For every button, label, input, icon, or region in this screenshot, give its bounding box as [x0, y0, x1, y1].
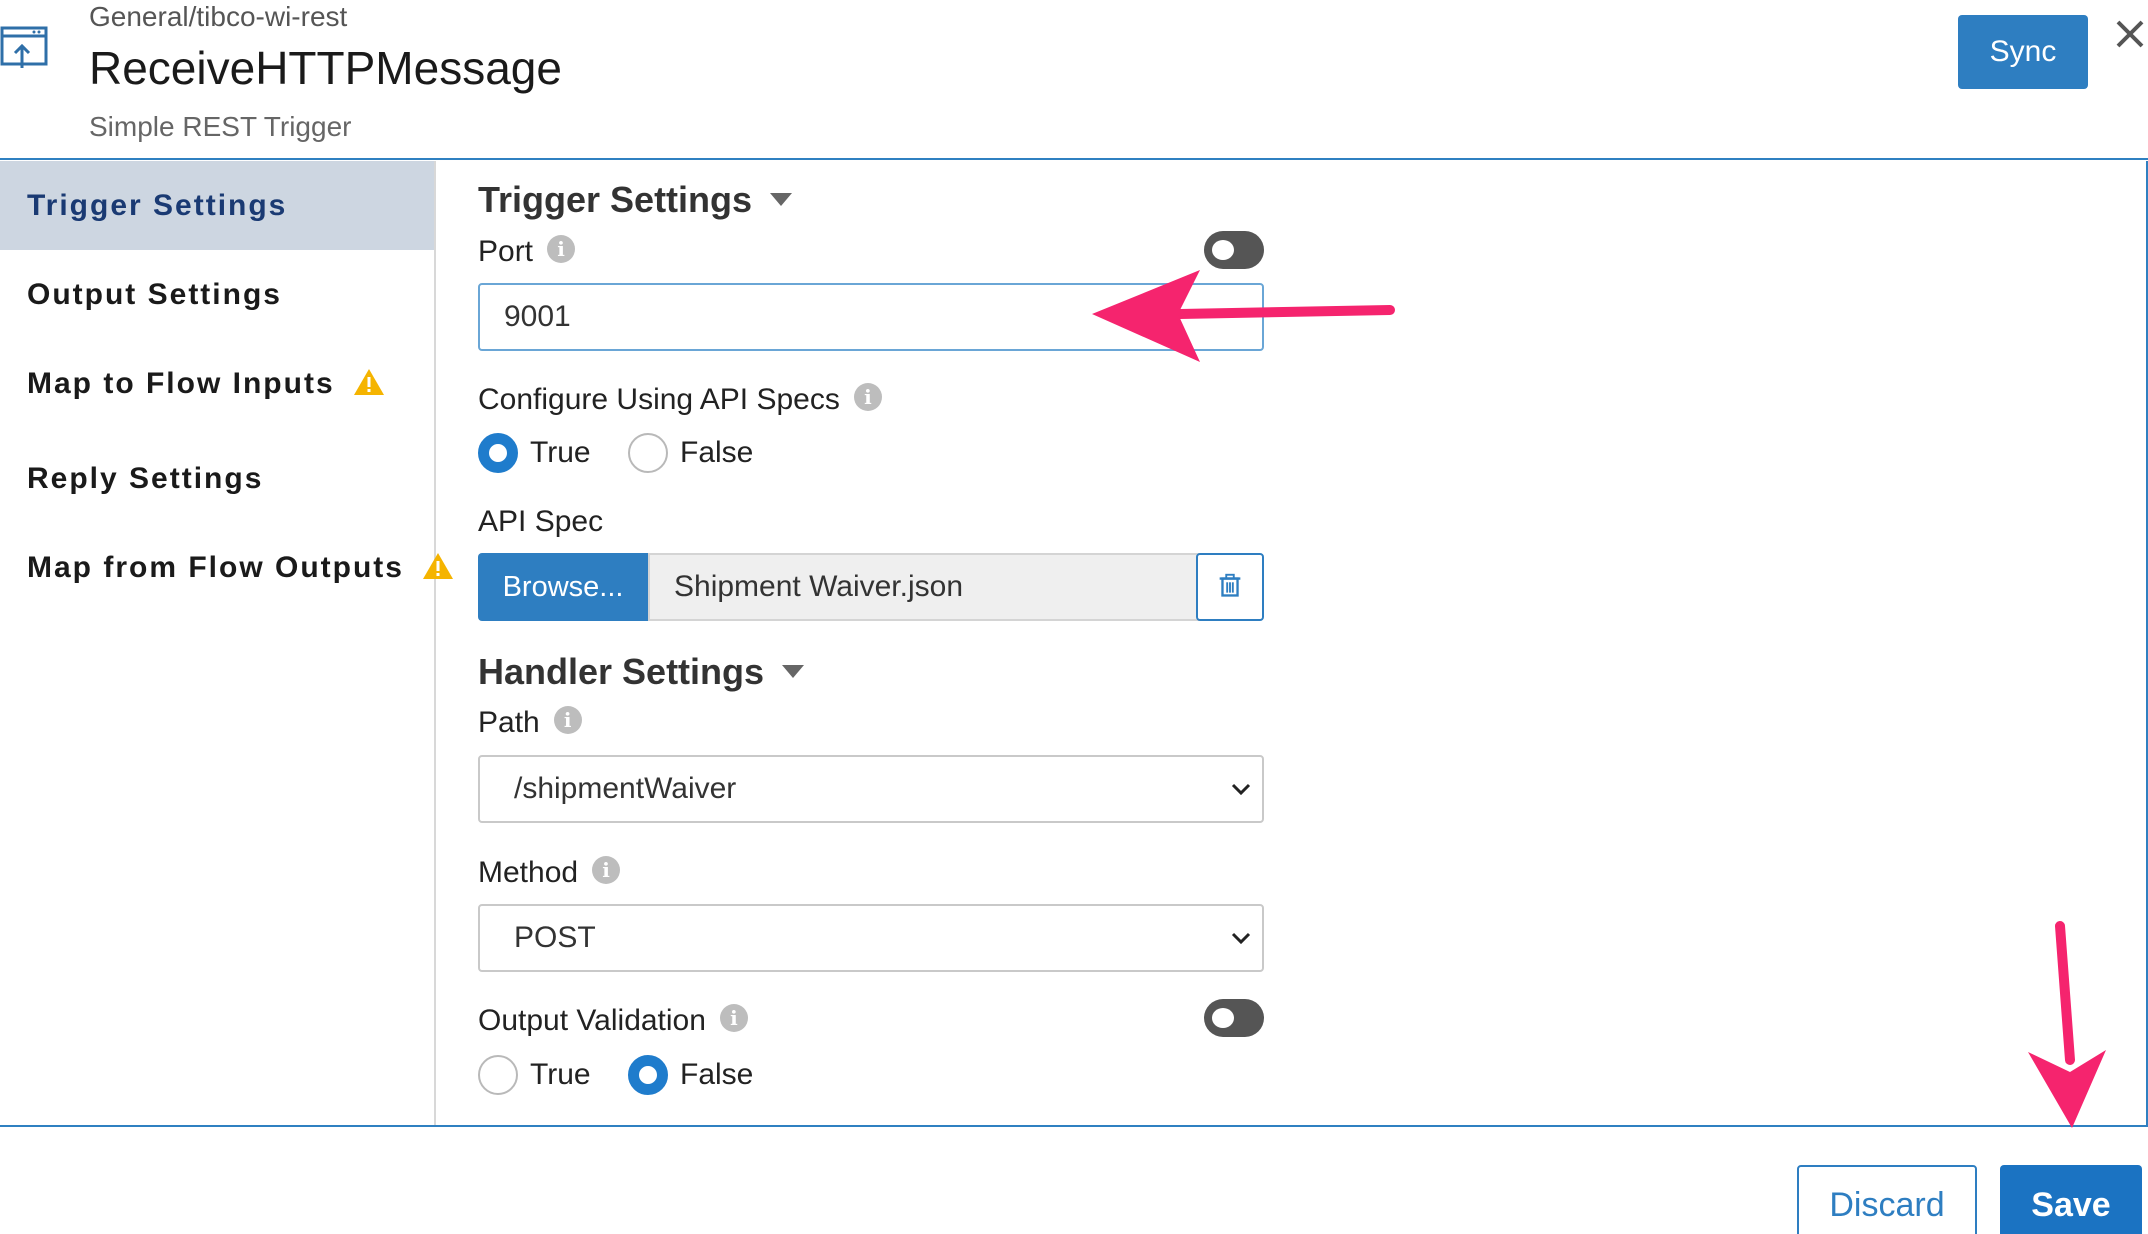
trigger-type-subtitle: Simple REST Trigger	[89, 111, 352, 142]
settings-sidebar: Trigger Settings Output Settings Map to …	[0, 161, 454, 1125]
dialog-footer: Discard Save	[0, 1125, 2148, 1234]
trigger-settings-section-header[interactable]: Trigger Settings	[478, 179, 793, 221]
discard-button[interactable]: Discard	[1797, 1165, 1977, 1234]
info-icon[interactable]: i	[547, 235, 576, 264]
trash-icon	[1219, 573, 1241, 597]
save-button[interactable]: Save	[2000, 1165, 2142, 1234]
path-select-value: /shipmentWaiver	[514, 772, 737, 805]
method-label: Method i	[478, 856, 621, 890]
method-label-text: Method	[478, 856, 579, 889]
annotation-arrow-port	[1092, 270, 1395, 362]
path-label-text: Path	[478, 706, 540, 739]
chevron-down-icon	[1231, 783, 1251, 796]
path-select[interactable]: /shipmentWaiver	[478, 755, 1264, 823]
sync-button[interactable]: Sync	[1958, 15, 2088, 89]
info-icon[interactable]: i	[553, 706, 582, 735]
sidebar-item-trigger-settings[interactable]: Trigger Settings	[0, 161, 434, 250]
output-validation-label: Output Validation i	[478, 1004, 748, 1038]
configure-api-specs-text: Configure Using API Specs	[478, 383, 840, 416]
output-validation-app-property-toggle[interactable]	[1204, 999, 1264, 1037]
configure-true-label: True	[530, 436, 591, 469]
sidebar-item-label: Map from Flow Outputs	[27, 551, 404, 584]
close-icon[interactable]	[2112, 16, 2148, 52]
trigger-header: General/tibco-wi-rest ReceiveHTTPMessage…	[0, 0, 2148, 160]
handler-settings-section-header[interactable]: Handler Settings	[478, 651, 805, 693]
breadcrumb: General/tibco-wi-rest	[89, 1, 348, 32]
sidebar-item-label: Map to Flow Inputs	[27, 367, 335, 400]
trigger-window-icon	[0, 26, 48, 68]
info-icon[interactable]: i	[719, 1004, 748, 1033]
configure-api-specs-label: Configure Using API Specs i	[478, 383, 882, 417]
port-label-text: Port	[478, 235, 534, 268]
sidebar-item-output-settings[interactable]: Output Settings	[0, 250, 434, 339]
port-label: Port i	[478, 235, 576, 269]
sidebar-item-label: Output Settings	[27, 278, 282, 311]
delete-spec-button[interactable]	[1196, 553, 1264, 621]
sidebar-item-reply-settings[interactable]: Reply Settings	[0, 434, 434, 523]
info-icon[interactable]: i	[592, 856, 621, 885]
output-validation-false-radio[interactable]	[628, 1055, 668, 1095]
output-validation-false-label: False	[680, 1058, 754, 1091]
section-title: Trigger Settings	[478, 179, 753, 220]
browse-button[interactable]: Browse...	[478, 553, 648, 621]
sidebar-item-label: Trigger Settings	[27, 189, 288, 222]
sidebar-item-label: Reply Settings	[27, 462, 264, 495]
output-validation-true-label: True	[530, 1058, 591, 1091]
annotation-arrow-save	[2028, 921, 2106, 1128]
section-title: Handler Settings	[478, 651, 765, 692]
path-label: Path i	[478, 706, 582, 740]
api-spec-label: API Spec	[478, 505, 604, 538]
configure-true-radio[interactable]	[478, 433, 518, 473]
warning-icon	[353, 369, 384, 396]
caret-down-icon	[770, 192, 793, 206]
output-validation-text: Output Validation	[478, 1004, 706, 1037]
info-icon[interactable]: i	[853, 383, 882, 412]
chevron-down-icon	[1231, 932, 1251, 945]
api-spec-file-field[interactable]: Shipment Waiver.json	[648, 553, 1200, 621]
configure-false-label: False	[680, 436, 754, 469]
method-select[interactable]: POST	[478, 904, 1264, 972]
sidebar-item-map-from-flow-outputs[interactable]: Map from Flow Outputs	[0, 523, 454, 612]
sidebar-item-map-to-flow-inputs[interactable]: Map to Flow Inputs	[0, 339, 434, 428]
caret-down-icon	[782, 664, 805, 678]
configure-false-radio[interactable]	[628, 433, 668, 473]
page-title: ReceiveHTTPMessage	[89, 42, 562, 94]
output-validation-true-radio[interactable]	[478, 1055, 518, 1095]
method-select-value: POST	[514, 921, 596, 954]
